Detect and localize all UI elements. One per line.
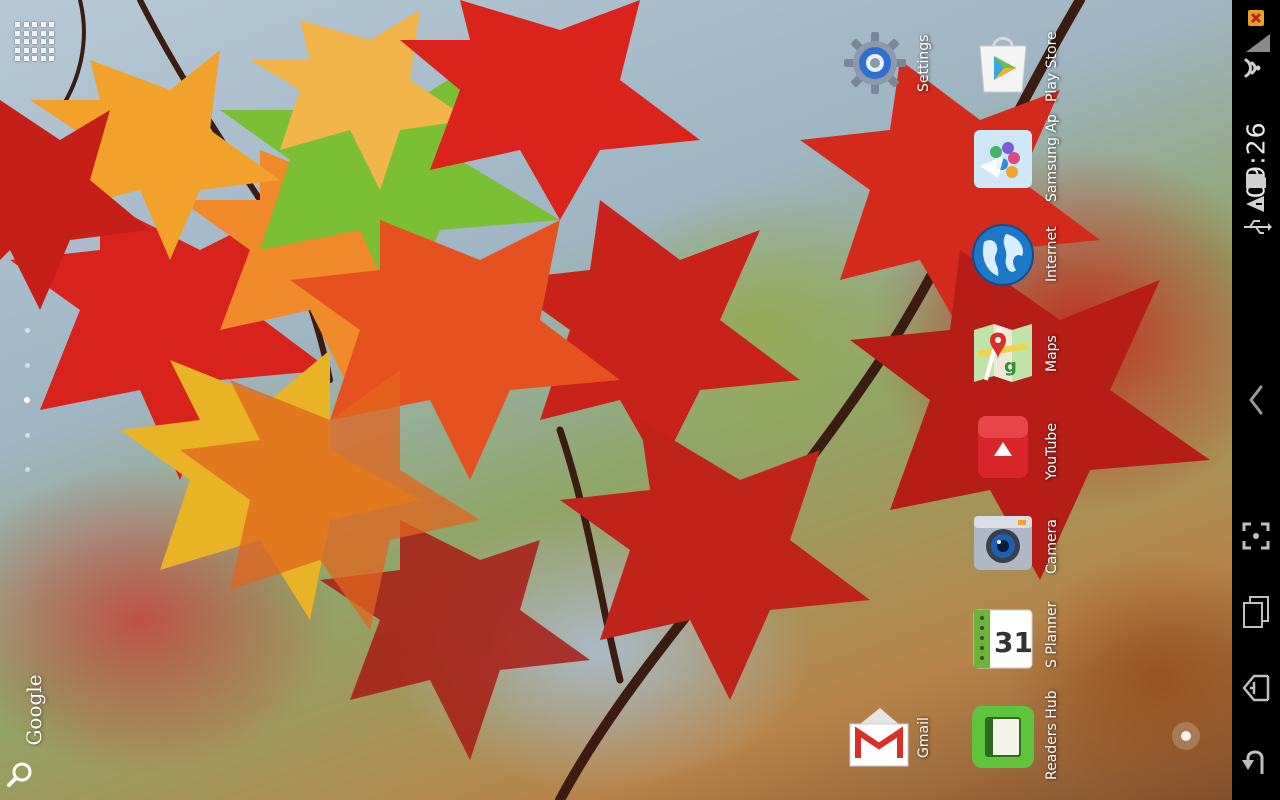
svg-text:g: g [1004, 356, 1017, 377]
gear-icon [844, 32, 906, 94]
home-icon[interactable] [1238, 670, 1274, 706]
apps-grid-icon[interactable] [15, 22, 55, 62]
app-s-planner[interactable]: 31 S Planner [968, 602, 1088, 692]
app-label-camera: Camera [1044, 519, 1060, 574]
app-maps[interactable]: g Maps [968, 314, 1088, 404]
system-bar: 09:26 [1232, 0, 1280, 800]
app-label-gmail: Gmail [916, 717, 932, 758]
app-settings[interactable]: Settings [840, 24, 960, 114]
back-chevron-icon[interactable] [1238, 382, 1274, 418]
home-screen: Google Play Store Samsung Ap Internet g … [0, 0, 1280, 800]
signal-icon [1246, 34, 1270, 52]
screenshot-icon[interactable] [1238, 518, 1274, 554]
gmail-icon [849, 708, 909, 767]
wifi-icon [1244, 58, 1261, 78]
sd-card-icon [1246, 174, 1266, 188]
app-readers-hub[interactable]: Readers Hub [968, 690, 1088, 792]
book-icon [972, 706, 1034, 768]
samsung-apps-icon [974, 130, 1032, 188]
app-youtube[interactable]: YouTube [968, 410, 1088, 500]
camera-icon [974, 516, 1032, 570]
app-internet[interactable]: Internet [968, 216, 1088, 306]
page-indicator-dot[interactable] [25, 467, 30, 472]
app-label-maps: Maps [1044, 335, 1060, 372]
youtube-icon [978, 416, 1028, 478]
page-indicator-dot-active[interactable] [24, 397, 30, 403]
page-indicator-dot[interactable] [25, 363, 30, 368]
app-play-store[interactable]: Play Store [968, 24, 1088, 114]
globe-icon [972, 224, 1034, 286]
calendar-icon: 31 [973, 609, 1033, 669]
app-label-settings: Settings [916, 34, 932, 92]
warning-icon [1246, 196, 1264, 212]
play-store-icon [979, 37, 1027, 93]
page-indicator-dot[interactable] [25, 433, 30, 438]
page-indicator-dot[interactable] [25, 328, 30, 333]
app-camera[interactable]: Camera [968, 506, 1088, 596]
app-samsung-apps[interactable]: Samsung Ap [968, 114, 1088, 210]
recent-apps-icon[interactable] [1238, 594, 1274, 630]
search-icon[interactable] [5, 760, 35, 790]
app-gmail[interactable]: Gmail [840, 702, 960, 792]
app-label-play-store: Play Store [1044, 31, 1060, 102]
google-search-label: Google [22, 674, 46, 746]
app-label-readers-hub: Readers Hub [1044, 690, 1060, 780]
back-icon[interactable] [1238, 744, 1274, 780]
x-alert-icon[interactable] [1232, 8, 1280, 28]
app-label-youtube: YouTube [1044, 423, 1060, 480]
maps-icon: g [974, 324, 1032, 382]
app-label-s-planner: S Planner [1044, 601, 1060, 668]
app-label-internet: Internet [1044, 226, 1060, 282]
app-label-samsung-apps: Samsung Ap [1044, 114, 1060, 202]
svg-text:31: 31 [994, 626, 1033, 659]
usb-icon [1244, 220, 1272, 234]
